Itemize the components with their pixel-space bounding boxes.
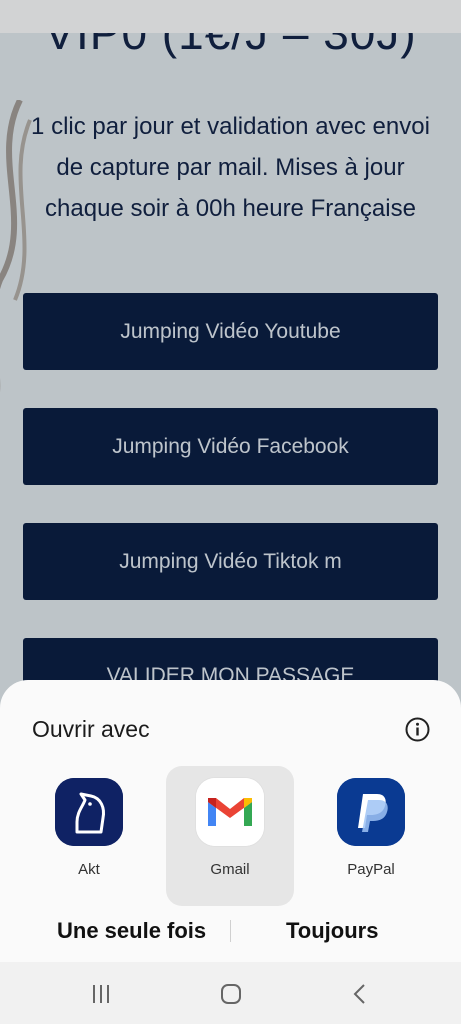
- app-label-gmail: Gmail: [210, 861, 250, 878]
- app-option-paypal[interactable]: PayPal: [307, 766, 435, 906]
- always-button[interactable]: Toujours: [286, 918, 378, 944]
- app-label-paypal: PayPal: [347, 861, 395, 878]
- just-once-button[interactable]: Une seule fois: [57, 918, 206, 944]
- open-with-sheet: Ouvrir avec Akt Gmail PayPal Une seule f…: [0, 680, 461, 970]
- app-option-akt[interactable]: Akt: [25, 766, 153, 906]
- paypal-icon: [337, 778, 405, 846]
- status-bar: [0, 0, 461, 33]
- back-icon[interactable]: [346, 982, 376, 1006]
- recents-icon[interactable]: [86, 982, 116, 1006]
- app-option-gmail[interactable]: Gmail: [166, 766, 294, 906]
- home-icon[interactable]: [216, 982, 246, 1006]
- choice-divider: [230, 920, 231, 942]
- app-label-akt: Akt: [78, 861, 100, 878]
- system-navigation-bar: [0, 962, 461, 1024]
- gmail-icon: [196, 778, 264, 846]
- info-icon[interactable]: [405, 717, 430, 742]
- sheet-title: Ouvrir avec: [32, 716, 150, 742]
- akt-knight-icon: [55, 778, 123, 846]
